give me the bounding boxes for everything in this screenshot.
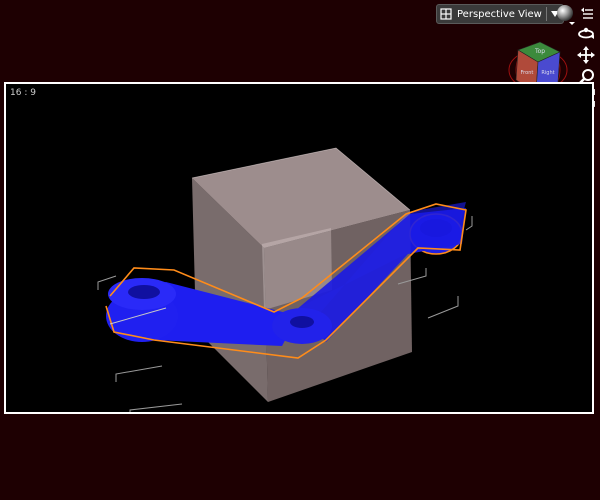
3d-viewport[interactable]: 16 : 9 [4,82,594,414]
orbit-icon[interactable] [577,24,595,42]
view-grid-icon [437,5,455,23]
cube-label-front: Front [521,70,534,76]
settings-menu-icon[interactable] [580,6,594,20]
cube-label-top: Top [534,48,545,55]
pan-icon[interactable] [577,46,595,64]
cube-label-right: Right [541,70,554,76]
scene-canvas[interactable] [6,84,592,412]
display-style-sphere-icon[interactable] [556,4,576,26]
view-mode-label: Perspective View [457,8,542,20]
view-mode-selector[interactable]: Perspective View [436,4,564,24]
